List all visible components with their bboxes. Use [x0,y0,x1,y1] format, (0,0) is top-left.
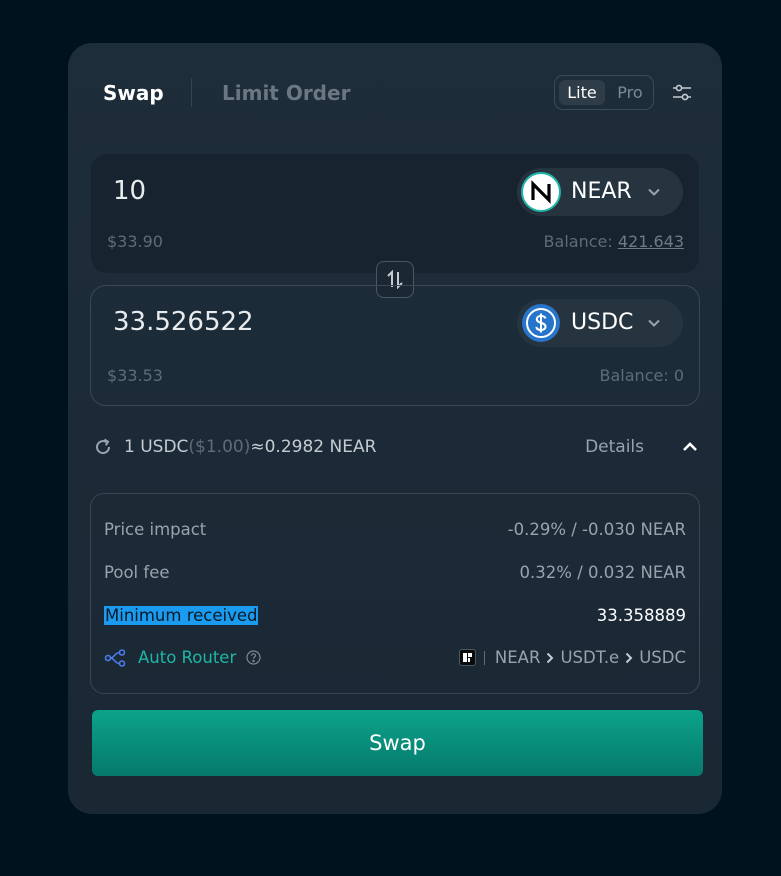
rate-base-usd: ($1.00) [188,437,251,457]
chevron-up-icon[interactable] [681,438,699,456]
rate-approx: ≈ [250,437,265,457]
refresh-icon[interactable] [93,437,113,457]
pool-fee-value: 0.32% / 0.032 NEAR [519,563,686,582]
rate-base: 1 USDC [124,437,189,457]
price-impact-value: -0.29% / -0.030 NEAR [507,520,686,539]
swap-card: Swap Limit Order Lite Pro 10 NEAR $33.90… [68,43,722,814]
question-circle-icon[interactable] [246,650,261,665]
from-token-box: 10 NEAR $33.90 Balance: 421.643 [91,154,699,273]
mode-pro-button[interactable]: Pro [610,80,650,105]
details-toggle-label[interactable]: Details [585,437,644,457]
to-balance-label: Balance: [599,366,674,385]
to-token-symbol: USDC [571,310,634,335]
minimum-received-label: Minimum received [104,606,259,625]
chevron-right-icon [547,652,554,663]
chevron-down-icon [648,188,660,196]
tab-divider [191,78,192,107]
route-nodes-icon [104,649,126,667]
route-separator [483,650,485,665]
chevron-right-icon [626,652,633,663]
minimum-received-label-text: Minimum received [104,606,259,625]
mode-lite-button[interactable]: Lite [559,80,605,105]
to-amount-output: 33.526522 [113,307,254,337]
tab-swap[interactable]: Swap [103,81,164,105]
rate-quote: 0.2982 NEAR [264,437,377,457]
usdc-token-icon [522,304,560,342]
to-usd-value: $33.53 [107,366,163,385]
route-token-2: USDT.e [560,648,620,667]
pool-fee-label: Pool fee [104,563,170,582]
from-usd-value: $33.90 [107,232,163,251]
route-path: NEAR USDT.e USDC [458,648,686,667]
to-balance: Balance: 0 [600,366,684,385]
to-token-box: 33.526522 USDC $33.53 Balance: 0 [90,285,700,406]
exchange-rate-text: 1 USDC($1.00)≈0.2982 NEAR [124,437,376,457]
from-balance: Balance: 421.643 [544,232,684,251]
dex-logo-icon [458,649,476,666]
mode-toggle: Lite Pro [554,75,654,110]
price-impact-label: Price impact [104,520,207,539]
auto-router-label: Auto Router [138,648,237,667]
to-token-selector[interactable]: USDC [517,299,683,347]
exchange-rate-row: 1 USDC($1.00)≈0.2982 NEAR Details [93,436,699,458]
from-balance-label: Balance: [543,232,618,251]
from-amount-input[interactable]: 10 [113,176,146,206]
chevron-down-icon [648,319,660,327]
from-token-selector[interactable]: NEAR [517,168,683,216]
from-token-symbol: NEAR [571,179,632,204]
minimum-received-value: 33.358889 [596,606,686,625]
sliders-icon[interactable] [671,82,693,104]
from-balance-value[interactable]: 421.643 [618,232,684,251]
route-token-3: USDC [639,648,686,667]
route-token-1: NEAR [494,648,541,667]
to-balance-value: 0 [673,366,684,385]
tab-limit-order[interactable]: Limit Order [222,81,350,105]
swap-button[interactable]: Swap [92,710,703,776]
swap-details-panel: Price impact -0.29% / -0.030 NEAR Pool f… [90,493,700,694]
near-token-icon [521,172,561,212]
